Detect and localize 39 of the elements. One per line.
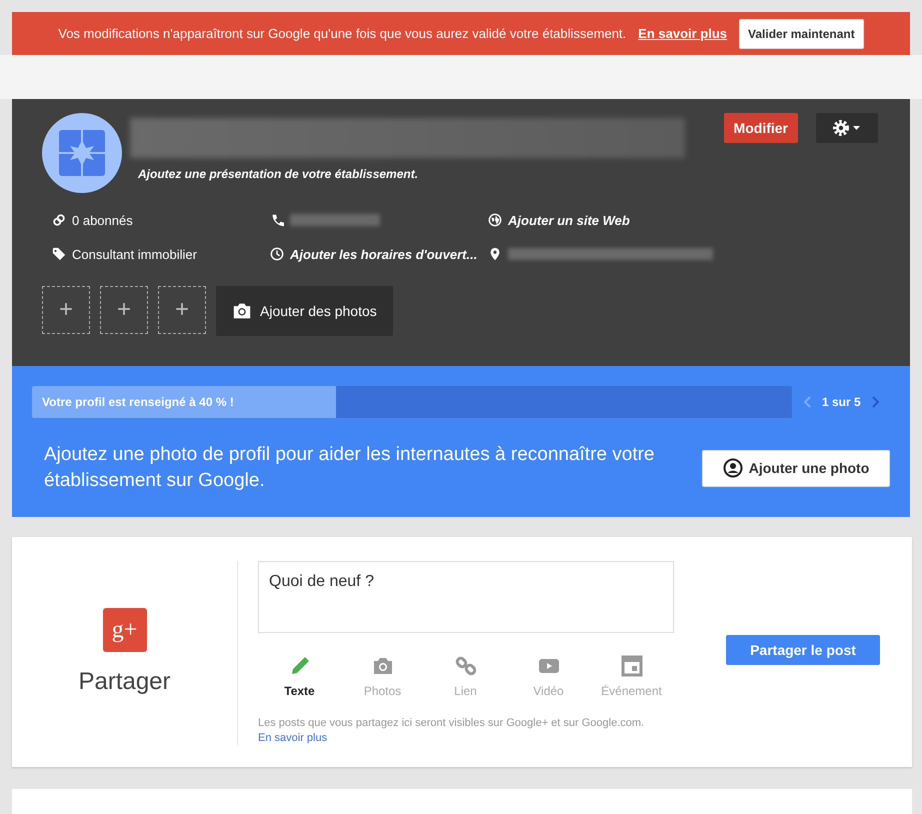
photo-slot[interactable]: + (100, 286, 148, 334)
settings-button[interactable] (816, 113, 878, 143)
photo-slot[interactable]: + (42, 286, 90, 334)
post-input-field[interactable]: Quoi de neuf ? (258, 561, 674, 633)
page-indicator: 1 sur 5 (822, 395, 861, 409)
category-text: Consultant immobilier (72, 246, 197, 262)
next-icon[interactable] (870, 396, 879, 408)
website-text[interactable]: Ajouter un site Web (508, 212, 630, 228)
tip-text: Ajoutez une photo de profil pour aider les internautes à reconnaître votre établissement sur Google. (44, 443, 656, 493)
phone-icon (270, 213, 284, 227)
google-plus-logo: g+ (102, 608, 146, 652)
learn-more-link[interactable]: En savoir plus (258, 732, 328, 744)
camera-icon (232, 302, 252, 320)
photo-slot[interactable]: + (158, 286, 206, 334)
followers-icon (52, 213, 66, 227)
post-type-tab[interactable]: Texte (258, 654, 341, 698)
progress-label: Votre profil est renseigné à 40 % ! (42, 395, 234, 409)
share-post-button[interactable]: Partager le post (726, 635, 880, 665)
person-icon (722, 458, 743, 478)
address-icon (488, 247, 502, 261)
add-photo-button[interactable]: Ajouter une photo (702, 450, 890, 486)
banner-message: Vos modifications n'apparaîtront sur Google qu'une fois que vous aurez validé votre établissement. (58, 26, 626, 41)
visibility-note: Les posts que vous partagez ici seront visibles sur Google+ et sur Google.com. En savoir plus (258, 716, 646, 746)
previous-icon[interactable] (804, 396, 812, 408)
learn-more-link[interactable]: En savoir plus (638, 26, 728, 41)
website-icon (488, 213, 502, 227)
followers-text: 0 abonnés (72, 212, 133, 228)
add-description-prompt[interactable]: Ajoutez une présentation de votre établissement. (138, 167, 724, 181)
category-icon (52, 247, 66, 261)
add-photos-button[interactable]: Ajouter des photos (216, 286, 393, 336)
calendar-icon (620, 654, 644, 678)
share-title: Partager (78, 668, 171, 696)
hours-icon (270, 247, 284, 261)
edit-button[interactable]: Modifier (724, 113, 798, 143)
link-icon (454, 654, 478, 678)
settings-icon (831, 118, 863, 138)
validate-button[interactable]: Valider maintenant (739, 18, 864, 48)
hours-text[interactable]: Ajouter les horaires d'ouvert... (290, 246, 478, 262)
storefront-icon (57, 128, 107, 178)
